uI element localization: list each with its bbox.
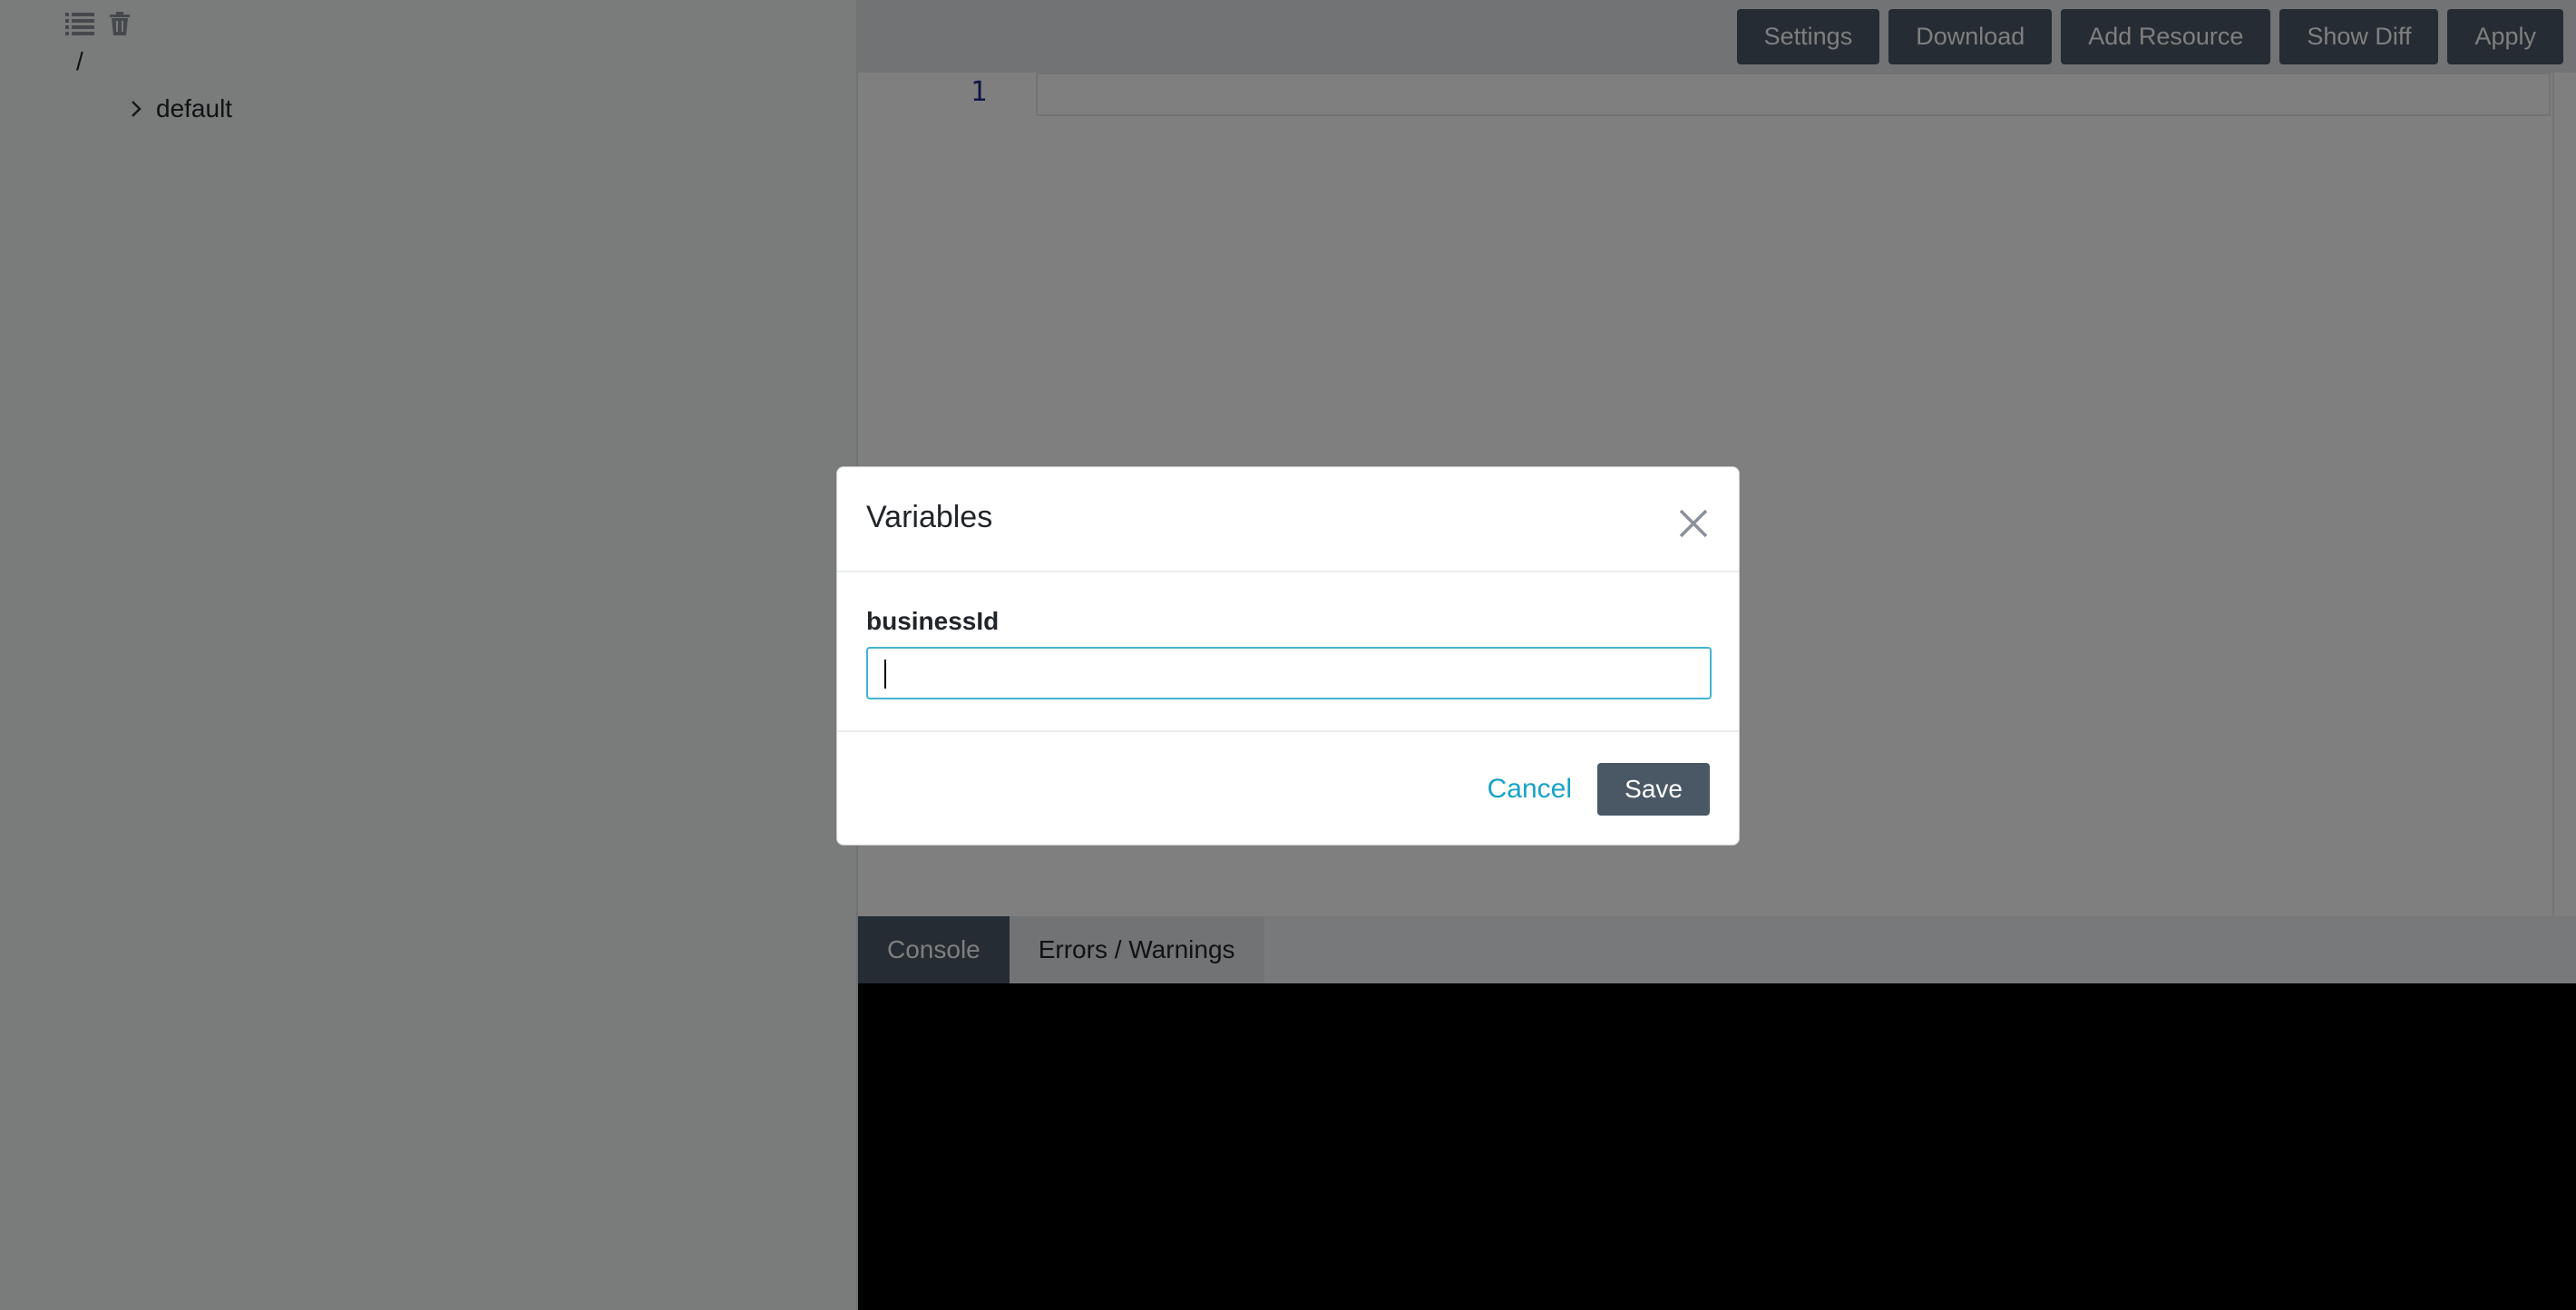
business-id-label: businessId <box>866 607 1000 635</box>
cancel-button[interactable]: Cancel <box>1488 763 1572 816</box>
variables-dialog: Variables businessId Cancel Save <box>836 466 1740 846</box>
close-icon[interactable] <box>1675 505 1712 542</box>
modal-header: Variables <box>837 467 1739 572</box>
modal-title: Variables <box>866 500 993 534</box>
modal-body: businessId <box>837 572 1739 732</box>
save-button[interactable]: Save <box>1597 763 1710 816</box>
business-id-input[interactable] <box>866 647 1712 699</box>
modal-footer: Cancel Save <box>837 732 1739 845</box>
text-caret <box>884 660 886 689</box>
